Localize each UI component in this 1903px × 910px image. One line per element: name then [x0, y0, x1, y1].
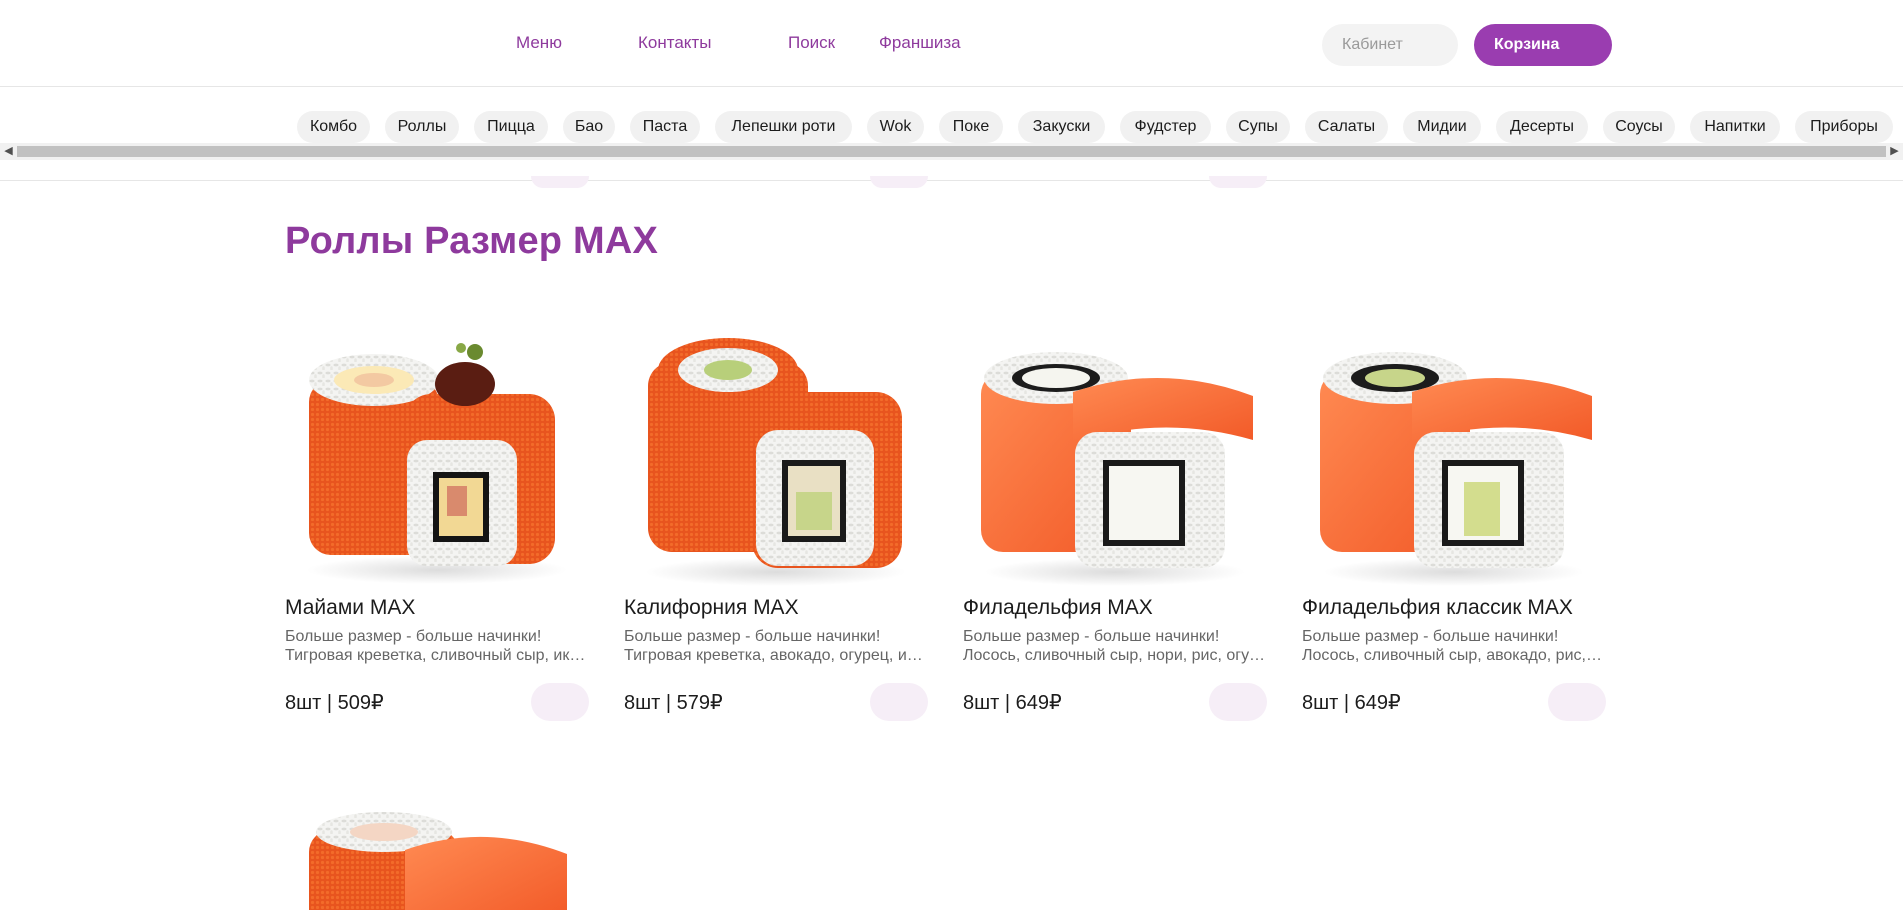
site-header: Меню Контакты Поиск Франшиза Кабинет Кор… [0, 0, 1903, 87]
category-chip-wok[interactable]: Wok [867, 111, 924, 143]
category-chip-combo[interactable]: Комбо [297, 111, 370, 143]
product-price: 8шт | 649₽ [963, 692, 1062, 714]
category-chip-cutlery[interactable]: Приборы [1795, 111, 1893, 143]
category-chip-pasta[interactable]: Паста [630, 111, 700, 143]
scroll-left-arrow-icon[interactable]: ◀ [0, 143, 17, 160]
nav-search-link[interactable]: Поиск [788, 33, 835, 53]
product-price: 8шт | 649₽ [1302, 692, 1401, 714]
scroll-thumb[interactable] [17, 146, 1886, 157]
product-price: 8шт | 509₽ [285, 692, 384, 714]
product-image[interactable] [285, 810, 589, 910]
add-to-cart-button[interactable] [1548, 683, 1606, 721]
category-chip-mussels[interactable]: Мидии [1403, 111, 1481, 143]
nav-menu-link[interactable]: Меню [516, 33, 562, 53]
product-card[interactable]: Филадельфия классик MAX Больше размер - … [1302, 322, 1606, 722]
nav-contacts-link[interactable]: Контакты [638, 33, 711, 53]
category-chip-foodster[interactable]: Фудстер [1120, 111, 1211, 143]
product-name[interactable]: Филадельфия MAX [963, 596, 1153, 620]
category-chip-desserts[interactable]: Десерты [1496, 111, 1588, 143]
prev-add-button[interactable] [870, 176, 928, 188]
product-card[interactable]: Калифорния MAX Больше размер - больше на… [624, 322, 928, 722]
product-card[interactable]: Филадельфия MAX Больше размер - больше н… [963, 322, 1267, 722]
product-card[interactable] [285, 810, 589, 910]
product-name[interactable]: Калифорния MAX [624, 596, 799, 620]
category-chip-soups[interactable]: Супы [1226, 111, 1290, 143]
prev-add-button[interactable] [531, 176, 589, 188]
cart-button[interactable]: Корзина [1474, 24, 1612, 66]
product-description: Больше размер - больше начинки! Лосось, … [963, 628, 1267, 664]
scroll-right-arrow-icon[interactable]: ▶ [1886, 143, 1903, 160]
category-scrollbar[interactable]: ◀ ▶ [0, 143, 1903, 160]
category-chip-salads[interactable]: Салаты [1305, 111, 1388, 143]
product-name[interactable]: Майами MAX [285, 596, 415, 620]
add-to-cart-button[interactable] [870, 683, 928, 721]
product-image[interactable] [285, 322, 589, 588]
category-chip-poke[interactable]: Поке [939, 111, 1003, 143]
add-to-cart-button[interactable] [531, 683, 589, 721]
cabinet-button[interactable]: Кабинет [1322, 24, 1458, 66]
category-chip-snacks[interactable]: Закуски [1018, 111, 1105, 143]
category-chip-roti[interactable]: Лепешки роти [715, 111, 852, 143]
product-description: Больше размер - больше начинки! Тигровая… [624, 628, 928, 664]
category-chip-bao[interactable]: Бао [563, 111, 615, 143]
product-image[interactable] [1302, 322, 1606, 588]
category-chip-sauces[interactable]: Соусы [1603, 111, 1675, 143]
section-title: Роллы Размер MAX [285, 220, 658, 262]
category-chip-pizza[interactable]: Пицца [474, 111, 548, 143]
product-description: Больше размер - больше начинки! Лосось, … [1302, 628, 1606, 664]
category-chip-rolls[interactable]: Роллы [385, 111, 459, 143]
product-image[interactable] [963, 322, 1267, 588]
product-price: 8шт | 579₽ [624, 692, 723, 714]
category-chip-drinks[interactable]: Напитки [1690, 111, 1780, 143]
nav-franchise-link[interactable]: Франшиза [879, 33, 961, 53]
product-description: Больше размер - больше начинки! Тигровая… [285, 628, 589, 664]
prev-add-button[interactable] [1209, 176, 1267, 188]
category-chips: Комбо Роллы Пицца Бао Паста Лепешки роти… [0, 111, 1903, 143]
category-bar: Комбо Роллы Пицца Бао Паста Лепешки роти… [0, 88, 1903, 181]
product-name[interactable]: Филадельфия классик MAX [1302, 596, 1573, 620]
product-image[interactable] [624, 322, 928, 588]
product-card[interactable]: Майами MAX Больше размер - больше начинк… [285, 322, 589, 722]
add-to-cart-button[interactable] [1209, 683, 1267, 721]
